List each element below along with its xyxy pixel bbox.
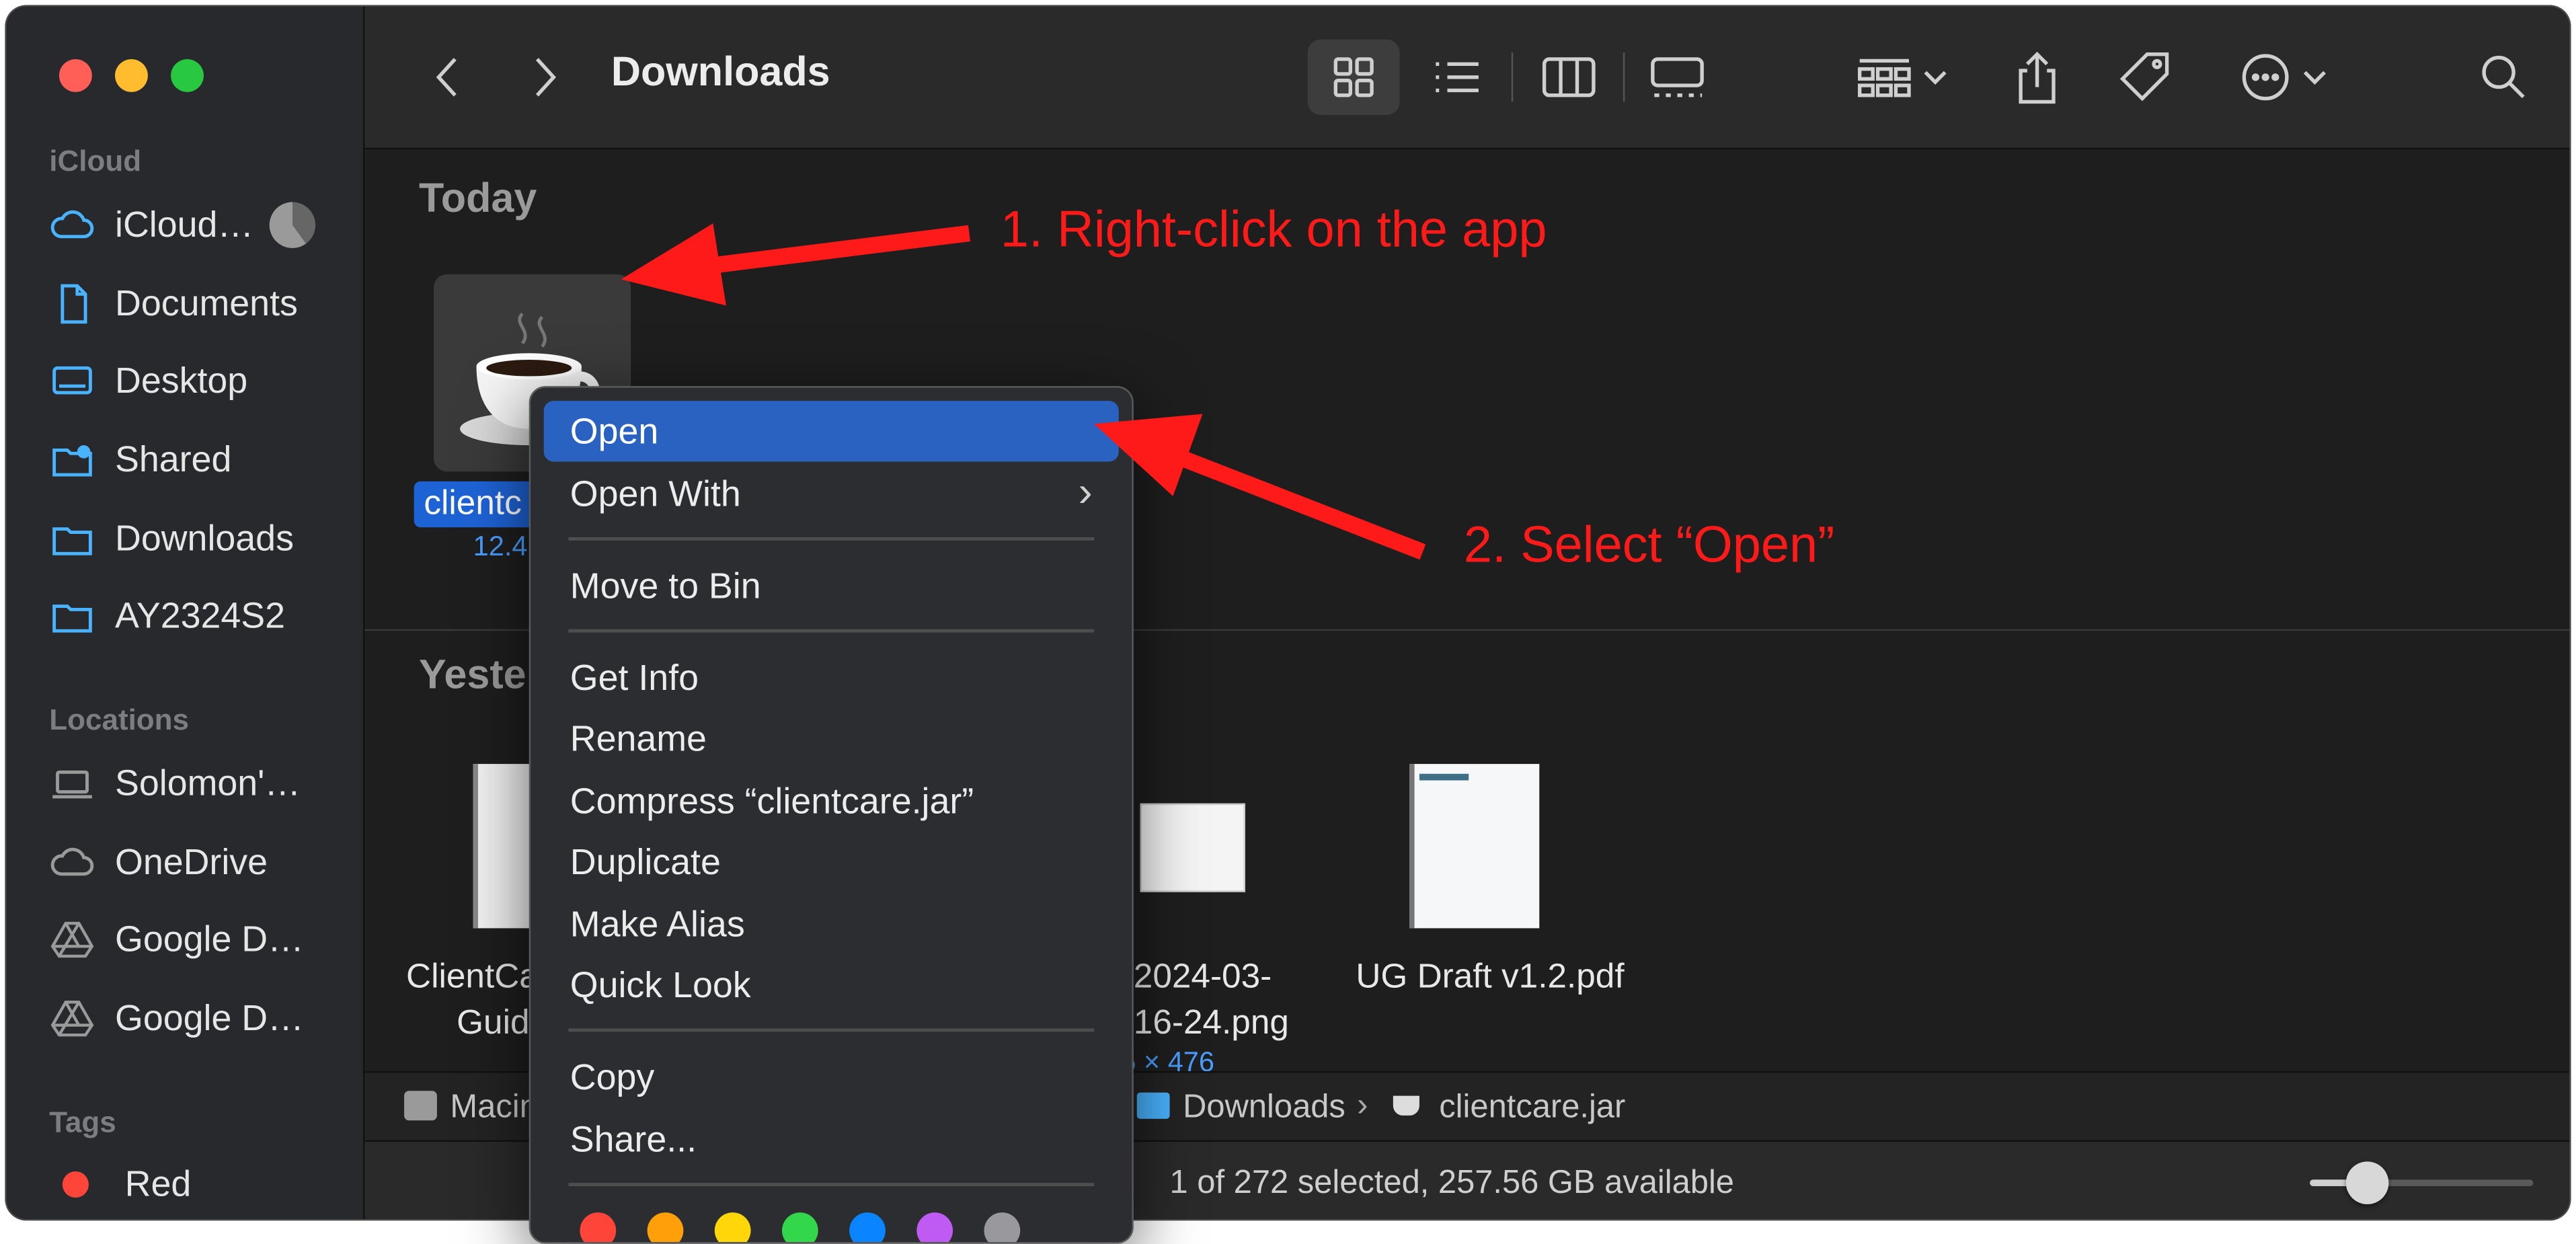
annotation-arrows: [621, 223, 1426, 560]
arrow-step1: [621, 223, 971, 306]
annotation-step2-text: 2. Select “Open”: [1463, 516, 1835, 574]
page: iCloud iCloud… Documents Desktop Shared …: [0, 0, 2576, 1244]
annotation-step1-text: 1. Right-click on the app: [1000, 200, 1547, 258]
arrow-step2: [1094, 414, 1426, 560]
